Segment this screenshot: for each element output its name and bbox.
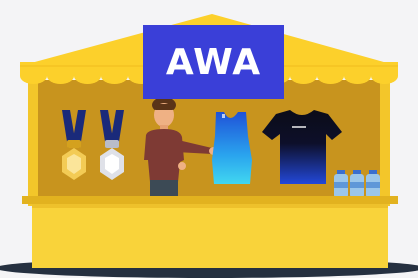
water-bottles bbox=[334, 170, 380, 198]
right-post bbox=[380, 78, 390, 206]
counter bbox=[22, 196, 398, 268]
canopy-scallop bbox=[371, 68, 398, 84]
canopy-scallop bbox=[290, 68, 317, 84]
canopy-scallop bbox=[344, 68, 371, 84]
booth-sign-text: AWA bbox=[165, 41, 262, 83]
left-post bbox=[28, 78, 38, 206]
canopy-scallop bbox=[20, 68, 47, 84]
water-bottle bbox=[350, 170, 364, 198]
booth-sign: AWA bbox=[143, 25, 284, 99]
canopy-scallop bbox=[101, 68, 128, 84]
canopy-scallop bbox=[74, 68, 101, 84]
canopy-scallop bbox=[47, 68, 74, 84]
running-singlet bbox=[212, 112, 252, 184]
water-bottle bbox=[334, 170, 348, 198]
canopy-scallop bbox=[317, 68, 344, 84]
merch-booth-scene: AWA bbox=[0, 0, 418, 278]
water-bottle bbox=[366, 170, 380, 198]
